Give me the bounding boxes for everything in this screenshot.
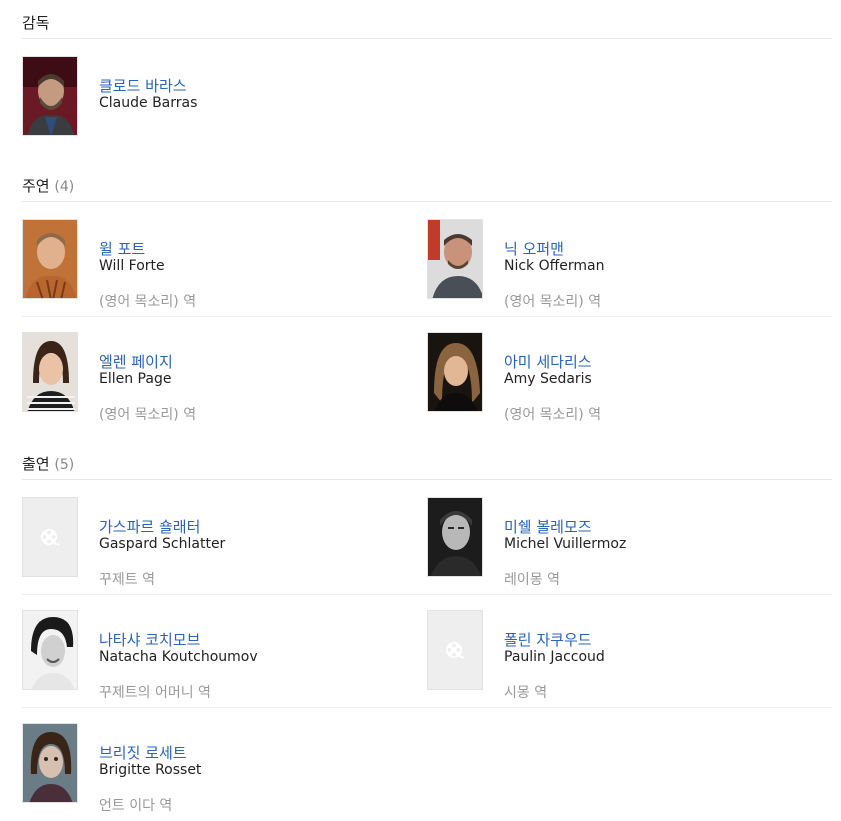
person-role: (영어 목소리) 역 [99,407,197,423]
person-name-english: Nick Offerman [504,258,605,274]
portrait-image [23,220,77,298]
person-role: (영어 목소리) 역 [504,407,602,423]
person-name-link[interactable]: 엘렌 페이지 [99,351,173,372]
portrait-image [23,57,77,135]
person-name-english: Gaspard Schlatter [99,536,226,552]
person-name-link[interactable]: 나타샤 코치모브 [99,629,200,650]
person-card: 닉 오퍼맨 Nick Offerman (영어 목소리) 역 [427,219,827,310]
person-card: 윌 포트 Will Forte (영어 목소리) 역 [22,219,422,310]
person-name-link[interactable]: 클로드 바라스 [99,75,187,96]
person-name-link[interactable]: 윌 포트 [99,238,145,259]
section-header-director: 감독 [22,8,832,39]
person-role: 언트 이다 역 [99,798,173,814]
person-photo[interactable] [427,332,483,412]
person-photo-placeholder[interactable] [427,610,483,690]
person-name-english: Michel Vuillermoz [504,536,627,552]
section-title: 감독 [22,14,50,32]
portrait-image [428,220,482,298]
person-name-english: Claude Barras [99,95,198,111]
person-photo[interactable] [427,497,483,577]
person-photo[interactable] [22,332,78,412]
person-card: 브리짓 로세트 Brigitte Rosset 언트 이다 역 [22,723,422,814]
person-photo-placeholder[interactable] [22,497,78,577]
portrait-image [428,333,482,411]
person-role: 시몽 역 [504,685,548,701]
row-divider [22,316,832,317]
person-card: 폴린 자쿠우드 Paulin Jaccoud 시몽 역 [427,610,827,701]
person-photo[interactable] [22,56,78,136]
person-name-english: Ellen Page [99,371,172,387]
portrait-image [23,333,77,411]
person-card: 가스파르 숄래터 Gaspard Schlatter 꾸제트 역 [22,497,422,588]
person-role: (영어 목소리) 역 [504,294,602,310]
person-photo[interactable] [22,610,78,690]
person-role: 레이몽 역 [504,572,560,588]
person-name-english: Brigitte Rosset [99,762,202,778]
section-header-supporting: 출연 (5) [22,449,832,480]
person-role: 꾸제트 역 [99,572,155,588]
section-header-lead: 주연 (4) [22,171,832,202]
person-card: 미쉘 볼레모즈 Michel Vuillermoz 레이몽 역 [427,497,827,588]
person-name-english: Natacha Koutchoumov [99,649,258,665]
section-count: (4) [54,179,75,195]
person-card: 아미 세다리스 Amy Sedaris (영어 목소리) 역 [427,332,827,423]
person-name-english: Will Forte [99,258,165,274]
film-reel-icon [41,529,60,546]
person-name-link[interactable]: 폴린 자쿠우드 [504,629,592,650]
person-name-link[interactable]: 브리짓 로세트 [99,742,187,763]
person-photo[interactable] [22,219,78,299]
person-card-director: 클로드 바라스 Claude Barras [22,56,422,138]
person-photo[interactable] [22,723,78,803]
person-role: (영어 목소리) 역 [99,294,197,310]
person-role: 꾸제트의 어머니 역 [99,685,211,701]
person-card: 엘렌 페이지 Ellen Page (영어 목소리) 역 [22,332,422,423]
person-card: 나타샤 코치모브 Natacha Koutchoumov 꾸제트의 어머니 역 [22,610,422,701]
portrait-image [23,724,77,802]
film-reel-icon [446,642,465,659]
section-title: 주연 [22,177,50,195]
section-count: (5) [54,457,75,473]
person-name-link[interactable]: 미쉘 볼레모즈 [504,516,592,537]
portrait-image [428,498,482,576]
person-name-link[interactable]: 아미 세다리스 [504,351,592,372]
person-name-english: Paulin Jaccoud [504,649,605,665]
person-name-link[interactable]: 닉 오퍼맨 [504,238,564,259]
portrait-image [23,611,77,689]
person-photo[interactable] [427,219,483,299]
row-divider [22,707,832,708]
section-title: 출연 [22,455,50,473]
person-name-english: Amy Sedaris [504,371,592,387]
row-divider [22,594,832,595]
person-name-link[interactable]: 가스파르 숄래터 [99,516,200,537]
